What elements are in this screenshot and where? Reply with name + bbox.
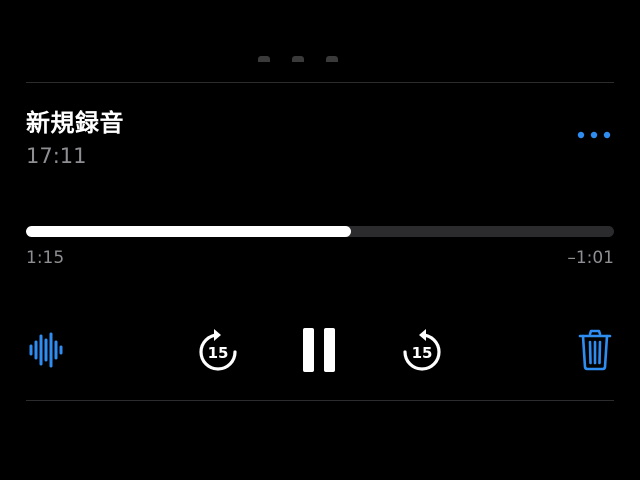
elapsed-time: 1:15 [26, 248, 65, 268]
grabber-segment [326, 56, 338, 62]
playback-scrubber[interactable] [26, 226, 614, 237]
grabber-segment [258, 56, 270, 62]
pause-icon [303, 328, 335, 372]
skip-back-button[interactable]: 15 [193, 326, 243, 376]
grabber-handle[interactable] [258, 56, 338, 64]
voice-memo-player: 新規録音 17:11 1:15 –1:01 15 15 [0, 0, 640, 480]
recording-title[interactable]: 新規録音 [26, 103, 124, 138]
waveform-icon [29, 332, 63, 368]
skip-forward-seconds: 15 [411, 344, 433, 362]
top-divider [26, 82, 614, 83]
bottom-divider [26, 400, 614, 401]
remaining-time: –1:01 [567, 248, 614, 268]
more-options-button[interactable] [572, 124, 616, 146]
grabber-segment [292, 56, 304, 62]
playback-progress-fill [26, 226, 352, 237]
delete-button[interactable] [574, 327, 616, 373]
pause-button[interactable] [296, 323, 342, 377]
trash-icon [578, 329, 612, 371]
skip-forward-button[interactable]: 15 [397, 326, 447, 376]
recording-time: 17:11 [26, 144, 87, 168]
edit-waveform-button[interactable] [24, 330, 68, 370]
skip-back-seconds: 15 [207, 344, 229, 362]
more-horizontal-icon [577, 131, 611, 139]
